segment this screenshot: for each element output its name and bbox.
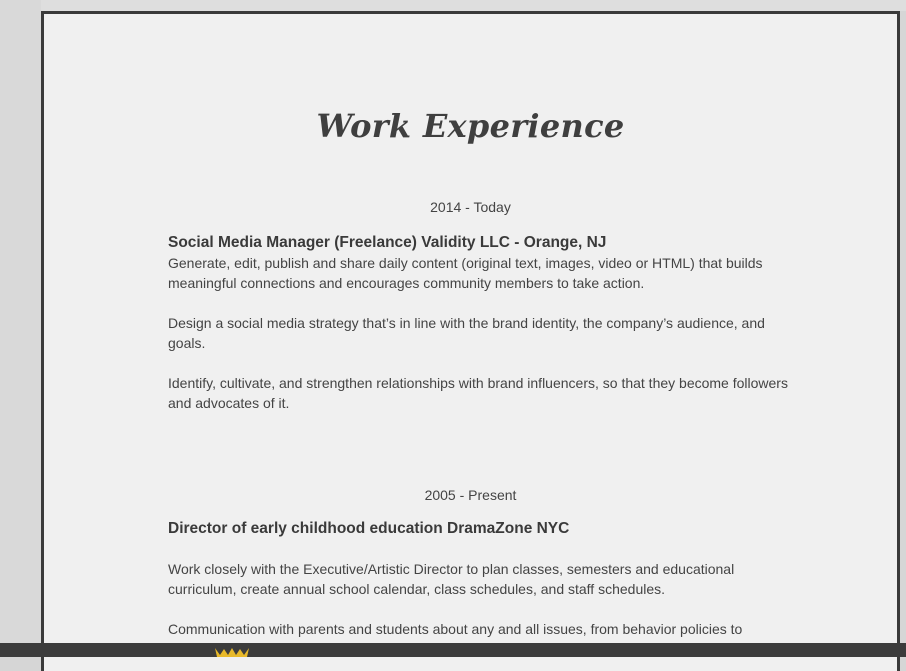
job-2-paragraph: Work closely with the Executive/Artistic… — [168, 561, 735, 597]
page-title: Work Experience — [316, 107, 625, 145]
job-1-paragraph: Generate, edit, publish and share daily … — [168, 255, 763, 291]
job-2-date: 2005 - Present — [424, 487, 517, 503]
job-1-block: Social Media Manager (Freelance) Validit… — [168, 233, 788, 413]
job-1-paragraph: Identify, cultivate, and strengthen rela… — [168, 375, 788, 411]
bottom-toolbar — [0, 643, 906, 657]
job-2-paragraph: Communication with parents and students … — [168, 621, 743, 637]
job-2-title: Director of early childhood education Dr… — [168, 520, 570, 537]
job-1-title: Social Media Manager (Freelance) Validit… — [168, 234, 607, 251]
job-1-date: 2014 - Today — [430, 199, 511, 215]
job-1-paragraph: Design a social media strategy that’s in… — [168, 315, 765, 351]
resume-page: Work Experience 2014 - Today Social Medi… — [41, 11, 900, 671]
crown-logo-icon — [215, 648, 249, 657]
left-gutter — [0, 0, 41, 657]
window-top-strip — [0, 0, 906, 11]
job-2-block: Director of early childhood education Dr… — [168, 519, 788, 639]
